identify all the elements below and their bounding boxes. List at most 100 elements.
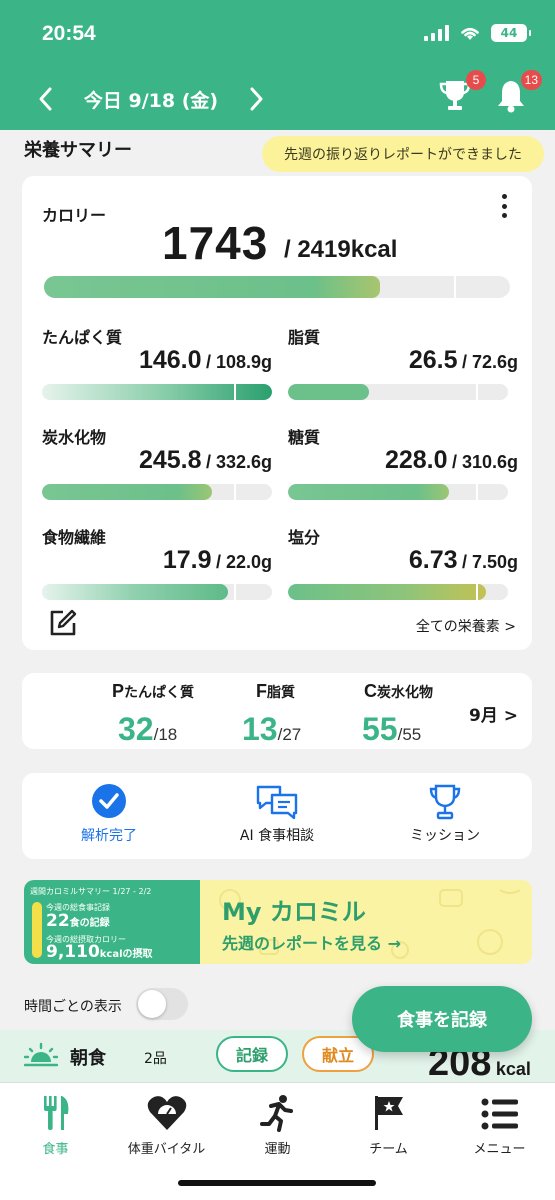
meal-kcal-unit: kcal: [495, 1059, 531, 1079]
record-meal-button[interactable]: 食事を記録: [352, 986, 532, 1052]
nutrient-target: / 310.6g: [451, 452, 518, 472]
all-nutrients-link[interactable]: 全ての栄養素 >: [416, 616, 516, 636]
nutrient-value: 26.5: [408, 346, 458, 374]
tab-team[interactable]: チーム: [333, 1083, 444, 1157]
nutrient-progress-bar: [288, 384, 508, 400]
hourly-display-toggle[interactable]: [136, 988, 188, 1020]
nutrient-name: たんぱく質: [42, 328, 123, 347]
pfc-target: /27: [277, 725, 302, 744]
calorie-label: カロリー: [42, 206, 107, 225]
calorie-target: / 2419kcal: [284, 236, 398, 263]
pfc-value: 13: [242, 711, 278, 747]
pfc-name: たんぱく質: [124, 685, 195, 701]
battery-icon: 44: [491, 24, 531, 42]
home-indicator: [178, 1180, 376, 1186]
trophy-outline-icon: [429, 784, 461, 820]
nutrient-fat: 脂質 26.5 / 72.6g: [288, 324, 518, 404]
nutrient-sugar: 糖質 228.0 / 310.6g: [288, 424, 518, 504]
prev-day-button[interactable]: [36, 86, 56, 112]
check-circle-icon: [92, 784, 126, 818]
tab-exercise[interactable]: 運動: [222, 1083, 333, 1157]
ai-consult-button[interactable]: AI 食事相談: [202, 773, 352, 859]
pfc-name: 炭水化物: [377, 685, 433, 701]
edit-icon[interactable]: [48, 608, 78, 638]
actions-card: 解析完了 AI 食事相談 ミッション: [22, 773, 532, 859]
banner-meal-count: 22: [46, 911, 70, 931]
tab-weight-vital[interactable]: 体重バイタル: [111, 1083, 222, 1157]
date-navigator: 今日 9/18 (金): [36, 82, 266, 116]
nutrient-salt: 塩分 6.73 / 7.50g: [288, 524, 518, 604]
weekly-summary-banner[interactable]: 週間カロミルサマリー 1/27 - 2/2 今週の総食事記録 22食の記録 今週…: [24, 880, 532, 964]
meal-item-count: 2品: [144, 1051, 167, 1067]
sunrise-icon: [24, 1042, 58, 1067]
nutrient-target: / 22.0g: [215, 552, 272, 572]
list-menu-icon: [481, 1098, 518, 1130]
pfc-value: 55: [362, 711, 398, 747]
meal-record-button[interactable]: 記録: [216, 1036, 288, 1072]
pfc-letter: P: [112, 681, 125, 701]
tab-menu[interactable]: メニュー: [444, 1083, 555, 1157]
nutrition-summary-title: 栄養サマリー: [24, 140, 132, 161]
pfc-fat: F脂質 13/27: [242, 681, 301, 747]
signal-icon: [424, 25, 449, 41]
status-icons: 44: [424, 24, 531, 42]
notification-badge: 13: [520, 70, 542, 90]
nutrient-progress-bar: [288, 584, 508, 600]
nutrient-name: 食物繊維: [42, 528, 107, 547]
meal-name: 朝食: [70, 1048, 106, 1069]
action-label: 解析完了: [81, 828, 137, 844]
tab-label: 運動: [264, 1142, 291, 1157]
tab-meal[interactable]: 食事: [0, 1083, 111, 1157]
banner-brand: My カロミル: [222, 898, 366, 926]
nutrient-target: / 108.9g: [205, 352, 272, 372]
calorie-progress-bar: [44, 276, 510, 298]
banner-kcal-total: 9,110: [46, 942, 100, 962]
nutrient-name: 塩分: [288, 528, 321, 547]
nutrient-progress-bar: [288, 484, 508, 500]
more-options-button[interactable]: [496, 194, 512, 218]
action-label: AI 食事相談: [239, 828, 315, 844]
nutrient-target: / 7.50g: [461, 552, 518, 572]
pfc-card[interactable]: Pたんぱく質 32/18 F脂質 13/27 C炭水化物 55/55 9月 >: [22, 673, 532, 749]
calorie-value: 1743: [162, 217, 269, 269]
action-label: ミッション: [410, 828, 480, 844]
chat-bubbles-icon: [256, 785, 298, 820]
pfc-month-link[interactable]: 9月 >: [469, 701, 518, 726]
analysis-complete-button[interactable]: 解析完了: [34, 773, 184, 859]
next-day-button[interactable]: [246, 86, 266, 112]
nutrient-fiber: 食物繊維 17.9 / 22.0g: [42, 524, 272, 604]
nutrient-progress-bar: [42, 484, 272, 500]
pfc-target: /18: [153, 725, 178, 744]
pfc-target: /55: [397, 725, 422, 744]
banner-summary-panel: 週間カロミルサマリー 1/27 - 2/2 今週の総食事記録 22食の記録 今週…: [24, 880, 200, 964]
nutrient-value: 17.9: [162, 546, 212, 574]
banner-meal-unit: 食の記録: [69, 918, 110, 929]
notification-button[interactable]: 13: [494, 70, 542, 118]
nutrient-value: 228.0: [384, 446, 448, 474]
banner-kcal-unit: kcalの摂取: [99, 949, 153, 960]
nutrient-value: 146.0: [138, 346, 202, 374]
nutrient-progress-bar: [42, 584, 272, 600]
pfc-carbs: C炭水化物 55/55: [362, 681, 433, 747]
nutrition-card: カロリー 1743 / 2419kcal たんぱく質 146.0 / 108.9…: [22, 176, 532, 650]
pfc-letter: F: [256, 681, 267, 701]
heart-scale-icon: [147, 1096, 186, 1130]
status-time: 20:54: [42, 22, 96, 45]
runner-icon: [259, 1095, 293, 1132]
pfc-name: 脂質: [267, 685, 295, 701]
weekly-report-notice[interactable]: 先週の振り返りレポートができました: [262, 136, 544, 172]
mission-button[interactable]: ミッション: [370, 773, 520, 859]
nutrient-progress-bar: [42, 384, 272, 400]
trophy-button[interactable]: 5: [438, 70, 486, 118]
nutrient-name: 糖質: [288, 428, 321, 447]
tab-label: 体重バイタル: [127, 1142, 206, 1157]
banner-cta: 先週のレポートを見る →: [222, 934, 401, 953]
pfc-value: 32: [118, 711, 154, 747]
app-header: 20:54 44 今日 9/18 (金) 5 13: [0, 0, 555, 130]
pfc-letter: C: [364, 681, 377, 701]
current-date[interactable]: 今日 9/18 (金): [84, 86, 218, 113]
nutrient-value: 6.73: [408, 546, 458, 574]
calorie-progress-fill: [44, 276, 380, 298]
fork-knife-icon: [43, 1096, 68, 1130]
tab-label: チーム: [369, 1142, 408, 1157]
